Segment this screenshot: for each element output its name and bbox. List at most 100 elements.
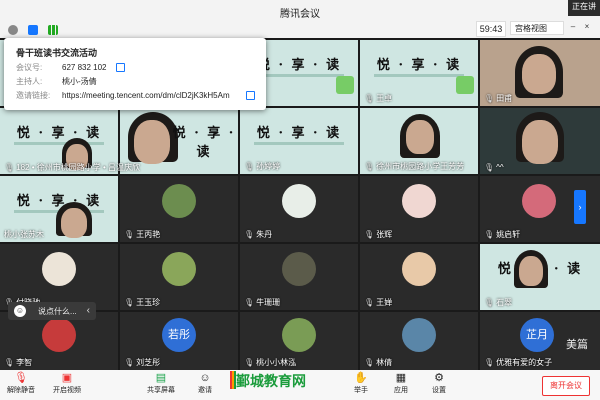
invite-label: 邀请链接: (16, 91, 51, 100)
video-tile[interactable]: 🎙 牛珊珊 (240, 244, 358, 310)
slide-subtitle (254, 74, 344, 77)
person-face (522, 120, 558, 164)
raise-hand-button[interactable]: ✋ 举手 (346, 372, 376, 395)
meeting-id-row: 会议号: 627 832 102 (16, 62, 107, 73)
video-button[interactable]: ▣ 开启视频 (52, 372, 82, 395)
mic-muted-icon: 🎙 (484, 230, 495, 239)
recording-badge: 正在讲 (568, 0, 600, 16)
video-tile[interactable]: 🎙付晓驰 (0, 244, 118, 310)
mic-muted-icon: 🎙 (244, 358, 255, 367)
host-row: 主持人: 桃小-汤倩 (16, 76, 97, 87)
participant-name: 🎙 桃小小林泓 (244, 358, 297, 367)
mic-muted-icon: 🎙 (14, 372, 28, 384)
avatar (42, 318, 76, 352)
slide-title: 悦 · 享 · 读 (172, 126, 236, 160)
video-tile[interactable]: 若彤 🎙 刘芝彤 (120, 312, 238, 370)
signal-icon[interactable] (48, 25, 58, 35)
video-tile[interactable]: 🎙 张辉 (360, 176, 478, 242)
mic-muted-icon: 🎙 (364, 358, 375, 367)
meeting-info-popup: 骨干班读书交流活动 会议号: 627 832 102 主持人: 桃小-汤倩 邀请链接… (4, 38, 266, 110)
mic-muted-icon: 🎙 (244, 298, 255, 307)
emoji-icon[interactable]: ☺ (14, 305, 26, 317)
participant-name: 🎙 牛珊珊 (244, 298, 281, 307)
participant-name: 🎙 徐州市桃园路小学王芳芳 (364, 162, 465, 171)
mic-muted-icon: 🎙 (364, 298, 375, 307)
mic-icon: 🎙 (484, 298, 495, 307)
host-name: 桃小-汤倩 (62, 77, 97, 86)
gear-icon: ⚙ (434, 372, 444, 384)
mic-icon: 🎙 (484, 94, 495, 103)
next-page-button[interactable]: › (574, 190, 586, 224)
avatar (282, 318, 316, 352)
slide-title: 悦 · 享 · 读 (256, 126, 342, 141)
copy-icon[interactable] (246, 91, 255, 100)
video-tile[interactable]: 悦 · 享 · 读 桃小张苏木 (0, 176, 118, 242)
chat-input-pill[interactable]: ☺ 说点什么... ‹ (8, 302, 96, 320)
slide-decoration (456, 76, 474, 94)
video-tile[interactable]: 悦 · 享 · 读 🎙石翠 (480, 244, 600, 310)
window-title: 腾讯会议 (280, 9, 320, 20)
meeting-id-label: 会议号: (16, 63, 43, 72)
view-mode-button[interactable]: 宫格视图 (510, 21, 564, 35)
avatar: 芷月 (520, 318, 554, 352)
person-face (522, 54, 556, 94)
video-tile[interactable]: 🎙 林倩 (360, 312, 478, 370)
invite-link[interactable]: https://meeting.tencent.com/dm/clD2jK3kH… (62, 91, 230, 100)
video-tile[interactable]: 悦 · 享 · 读 🎙 王卓 (360, 40, 478, 106)
mic-muted-icon: 🎙 (4, 358, 15, 367)
apps-button[interactable]: ▦ 应用 (386, 372, 416, 395)
avatar (402, 184, 436, 218)
participant-name: 🎙 姚启轩 (484, 230, 521, 239)
slide-subtitle (14, 142, 104, 145)
mute-button[interactable]: 🎙 解除静音 (6, 372, 36, 395)
meeting-timer: 59:43 (476, 21, 506, 37)
avatar (162, 184, 196, 218)
shield-icon[interactable] (28, 25, 38, 35)
video-tile[interactable]: 悦 · 享 · 读 🎙 孙婷婷 (240, 108, 358, 174)
meipian-watermark: 美篇 (566, 339, 588, 351)
settings-button[interactable]: ⚙ 设置 (424, 372, 454, 395)
chat-placeholder: 说点什么... (38, 307, 77, 316)
chevron-left-icon[interactable]: ‹ (87, 305, 90, 316)
participant-name: 🎙 王丙艳 (124, 230, 161, 239)
video-tile[interactable]: 🎙 王丙艳 (120, 176, 238, 242)
slide-title: 悦 · 享 · 读 (376, 58, 462, 73)
slide-title: 悦 · 享 · 读 (16, 194, 102, 209)
close-icon[interactable]: × (582, 22, 592, 34)
mic-icon: 🎙 (364, 162, 375, 171)
video-tile[interactable]: 🎙 王婵 (360, 244, 478, 310)
participant-name: 🎙 石翠 (484, 298, 513, 307)
person-face (406, 120, 434, 154)
title-bar: 腾讯会议 正在讲 (0, 0, 600, 22)
copy-icon[interactable] (116, 63, 125, 72)
participant-name: 🎙 朱丹 (244, 230, 273, 239)
mic-muted-icon: 🎙 (484, 358, 495, 367)
video-tile[interactable]: 🎙 田甫 (480, 40, 600, 106)
video-tile[interactable]: 🎙 李智 (0, 312, 118, 370)
slide-subtitle (374, 74, 464, 77)
host-label: 主持人: (16, 77, 43, 86)
mic-muted-icon: 🎙 (124, 298, 135, 307)
person-face (519, 256, 543, 286)
participant-name: 🎙 ^^ (484, 163, 504, 172)
participant-name: 🎙 王卓 (364, 94, 393, 103)
leave-meeting-button[interactable]: 离开会议 (542, 376, 590, 396)
minimize-icon[interactable]: – (568, 22, 578, 34)
avatar (282, 252, 316, 286)
person-face (134, 120, 170, 164)
video-tile[interactable]: 🎙 朱丹 (240, 176, 358, 242)
video-tile[interactable]: 🎙 ^^ (480, 108, 600, 174)
avatar (522, 184, 556, 218)
participant-name: 🎙 林倩 (364, 358, 393, 367)
share-screen-button[interactable]: ▤ 共享屏幕 (146, 372, 176, 395)
info-icon[interactable] (8, 25, 18, 35)
hand-icon: ✋ (354, 372, 368, 384)
mic-muted-icon: 🎙 (124, 358, 135, 367)
invite-button[interactable]: ☺ 邀请 (190, 372, 220, 395)
video-tile[interactable]: 🎙 王玉珍 (120, 244, 238, 310)
video-tile[interactable]: 🎙 桃小小林泓 (240, 312, 358, 370)
meeting-id: 627 832 102 (62, 63, 107, 72)
video-tile[interactable]: 🎙 徐州市桃园路小学王芳芳 (360, 108, 478, 174)
participant-name: 🎙 孙婷婷 (244, 162, 281, 171)
mic-icon: 🎙 (364, 94, 375, 103)
